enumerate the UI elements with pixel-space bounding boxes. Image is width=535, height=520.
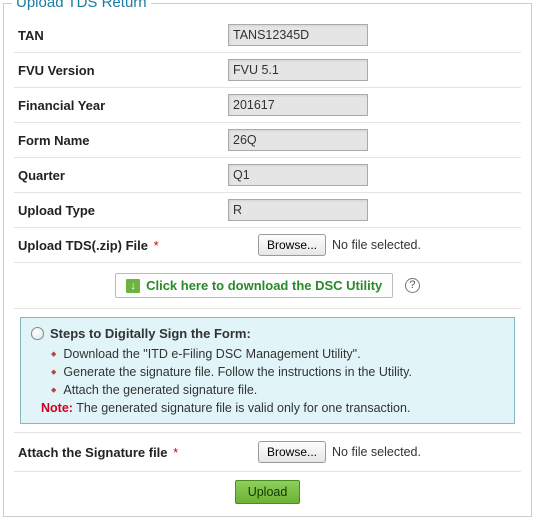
signature-file-status: No file selected.: [332, 445, 421, 459]
label-fy: Financial Year: [18, 98, 228, 113]
browse-signature-file-button[interactable]: Browse...: [258, 441, 326, 463]
note-text: The generated signature file is valid on…: [73, 401, 410, 415]
lightbulb-icon: [31, 327, 44, 340]
label-upload-type: Upload Type: [18, 203, 228, 218]
label-tds-file-text: Upload TDS(.zip) File: [18, 238, 148, 253]
upload-bar: Upload: [14, 472, 521, 504]
row-tan: TAN TANS12345D: [14, 18, 521, 53]
browse-tds-file-button[interactable]: Browse...: [258, 234, 326, 256]
value-fy: 201617: [228, 94, 368, 116]
row-upload-type: Upload Type R: [14, 193, 521, 228]
row-tds-file: Upload TDS(.zip) File * Browse... No fil…: [14, 228, 521, 263]
download-arrow-icon: ↓: [126, 279, 140, 293]
steps-title-text: Steps to Digitally Sign the Form:: [50, 326, 251, 341]
row-fy: Financial Year 201617: [14, 88, 521, 123]
required-mark: *: [150, 238, 159, 253]
label-tds-file: Upload TDS(.zip) File *: [18, 238, 228, 253]
label-quarter: Quarter: [18, 168, 228, 183]
label-signature-file: Attach the Signature file *: [18, 445, 228, 460]
value-tan: TANS12345D: [228, 24, 368, 46]
required-mark: *: [170, 445, 179, 460]
value-upload-type: R: [228, 199, 368, 221]
value-fvu: FVU 5.1: [228, 59, 368, 81]
note-line: Note: The generated signature file is va…: [41, 401, 504, 415]
row-quarter: Quarter Q1: [14, 158, 521, 193]
tds-file-status: No file selected.: [332, 238, 421, 252]
dsc-download-bar: ↓ Click here to download the DSC Utility…: [14, 263, 521, 309]
download-dsc-utility-button[interactable]: ↓ Click here to download the DSC Utility: [115, 273, 393, 298]
label-fvu: FVU Version: [18, 63, 228, 78]
steps-list: Download the "ITD e-Filing DSC Managemen…: [51, 347, 504, 397]
row-fvu: FVU Version FVU 5.1: [14, 53, 521, 88]
label-tan: TAN: [18, 28, 228, 43]
steps-title: Steps to Digitally Sign the Form:: [31, 326, 504, 341]
steps-box: Steps to Digitally Sign the Form: Downlo…: [20, 317, 515, 424]
note-label: Note:: [41, 401, 73, 415]
row-form: Form Name 26Q: [14, 123, 521, 158]
list-item: Download the "ITD e-Filing DSC Managemen…: [51, 347, 504, 361]
download-dsc-utility-label: Click here to download the DSC Utility: [146, 278, 382, 293]
label-form: Form Name: [18, 133, 228, 148]
label-signature-file-text: Attach the Signature file: [18, 445, 168, 460]
list-item: Attach the generated signature file.: [51, 383, 504, 397]
upload-button[interactable]: Upload: [235, 480, 301, 504]
value-quarter: Q1: [228, 164, 368, 186]
help-icon[interactable]: ?: [405, 278, 420, 293]
list-item: Generate the signature file. Follow the …: [51, 365, 504, 379]
row-signature-file: Attach the Signature file * Browse... No…: [14, 432, 521, 472]
value-form: 26Q: [228, 129, 368, 151]
upload-tds-return-panel: Upload TDS Return TAN TANS12345D FVU Ver…: [3, 3, 532, 517]
panel-title: Upload TDS Return: [12, 0, 151, 11]
